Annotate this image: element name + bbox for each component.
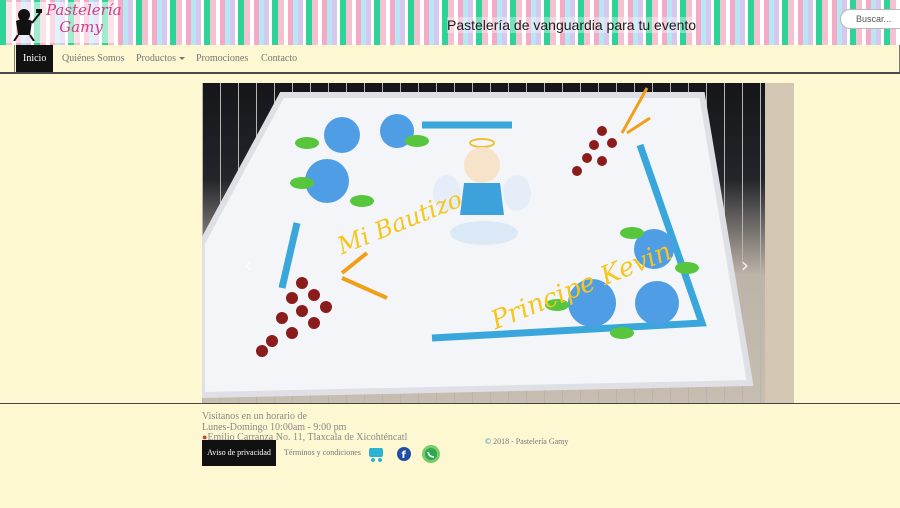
nav-item-contacto[interactable]: Contacto <box>254 45 304 72</box>
terms-link[interactable]: Términos y condiciones <box>284 448 361 457</box>
nav-item-inicio[interactable]: Inicio <box>16 45 54 72</box>
svg-text:f: f <box>402 450 407 461</box>
nav-label: Quiénes Somos <box>62 53 125 64</box>
cart-icon[interactable] <box>366 444 386 464</box>
nav-label: Contacto <box>261 53 298 64</box>
navbar: Inicio Quiénes Somos Productos Promocion… <box>0 45 900 74</box>
nav-item-quienes-somos[interactable]: Quiénes Somos <box>55 45 132 72</box>
search-input[interactable]: Buscar... <box>840 9 900 29</box>
carousel-prev-button[interactable]: ‹ <box>240 255 256 275</box>
nav-item-promociones[interactable]: Promociones <box>189 45 255 72</box>
footer-divider <box>0 403 900 404</box>
nav-item-productos[interactable]: Productos <box>129 45 192 72</box>
copyright-icon: © <box>485 437 492 446</box>
logo-line-1: Pastelería <box>46 1 122 19</box>
privacy-button[interactable]: Aviso de privacidad <box>202 440 276 466</box>
tagline: Pastelería de vanguardia para tu evento <box>447 17 697 33</box>
caret-down-icon <box>179 57 185 61</box>
hours-line-1: Visitanos en un horario de <box>202 411 307 422</box>
facebook-icon[interactable]: f <box>394 444 414 464</box>
carousel: Mi Bautizo Principe Kevin ‹ › <box>202 83 794 403</box>
carousel-next-button[interactable]: › <box>737 255 753 275</box>
nav-label: Inicio <box>23 53 47 64</box>
cake-image: Mi Bautizo Principe Kevin <box>202 87 754 399</box>
logo[interactable]: Pastelería Gamy <box>6 1 122 43</box>
chef-logo-icon <box>13 9 42 41</box>
nav-label: Promociones <box>196 53 249 64</box>
header: Pastelería Gamy Pastelería de vanguardia… <box>0 0 900 46</box>
copyright-text: 2018 - Pastelería Gamy <box>493 437 569 446</box>
whatsapp-icon[interactable] <box>421 444 441 464</box>
nav-label: Productos <box>136 53 176 64</box>
chevron-right-icon: › <box>741 253 749 277</box>
logo-line-2: Gamy <box>59 18 103 36</box>
chevron-left-icon: ‹ <box>244 253 252 277</box>
copyright: © 2018 - Pastelería Gamy <box>485 437 568 446</box>
